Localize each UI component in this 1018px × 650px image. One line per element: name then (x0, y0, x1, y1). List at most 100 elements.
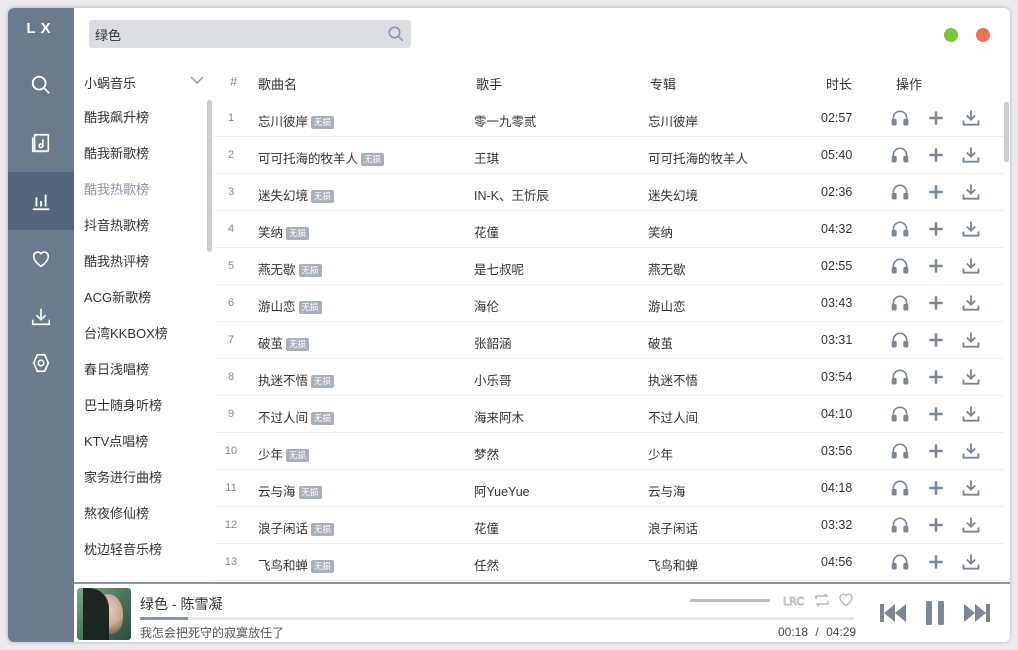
song-artist[interactable]: 海伦 (474, 296, 499, 315)
add-icon[interactable] (926, 293, 946, 313)
song-album[interactable]: 忘川彼岸 (648, 111, 698, 130)
headphones-icon[interactable] (890, 330, 910, 350)
previous-icon[interactable] (878, 602, 908, 624)
headphones-icon[interactable] (890, 478, 910, 498)
download-icon[interactable] (961, 145, 981, 165)
search-input[interactable] (89, 20, 369, 48)
nav-settings[interactable] (8, 334, 74, 392)
song-album[interactable]: 飞鸟和蝉 (648, 555, 698, 574)
add-icon[interactable] (926, 145, 946, 165)
download-icon[interactable] (961, 515, 981, 535)
song-artist[interactable]: 梦然 (474, 444, 499, 463)
progress-bar[interactable] (140, 617, 854, 620)
nav-favorites[interactable] (8, 230, 74, 288)
table-row[interactable]: 8 执迷不悟 无损 小乐哥 执迷不悟 03:54 (214, 359, 1004, 396)
download-icon[interactable] (961, 219, 981, 239)
nav-song-list[interactable] (8, 114, 74, 172)
download-icon[interactable] (961, 404, 981, 424)
headphones-icon[interactable] (890, 256, 910, 276)
download-icon[interactable] (961, 293, 981, 313)
add-icon[interactable] (926, 515, 946, 535)
song-artist[interactable]: IN-K、王忻辰 (474, 185, 549, 204)
headphones-icon[interactable] (890, 293, 910, 313)
table-row[interactable]: 13 飞鸟和蝉 无损 任然 飞鸟和蝉 04:56 (214, 544, 1004, 581)
lyrics-toggle-icon[interactable]: LRC (782, 592, 804, 608)
headphones-icon[interactable] (890, 441, 910, 461)
next-icon[interactable] (962, 602, 992, 624)
album-cover[interactable] (77, 588, 131, 640)
leaderboard-item[interactable]: 枕边轻音乐榜 (74, 532, 214, 568)
leaderboard-item[interactable]: 家务进行曲榜 (74, 460, 214, 496)
nav-search[interactable] (8, 56, 74, 114)
table-row[interactable]: 10 少年 无损 梦然 少年 03:56 (214, 433, 1004, 470)
add-icon[interactable] (926, 330, 946, 350)
song-album[interactable]: 可可托海的牧羊人 (648, 148, 748, 167)
leaderboard-scrollbar[interactable] (207, 100, 212, 252)
table-row[interactable]: 2 可可托海的牧羊人 无损 王琪 可可托海的牧羊人 05:40 (214, 137, 1004, 174)
leaderboard-item[interactable]: 酷我热歌榜 (74, 172, 214, 208)
song-artist[interactable]: 海来阿木 (474, 407, 524, 426)
song-table-scrollbar[interactable] (1004, 102, 1009, 162)
song-artist[interactable]: 小乐哥 (474, 370, 512, 389)
song-title[interactable]: 忘川彼岸 (258, 115, 308, 129)
song-album[interactable]: 游山恋 (648, 296, 686, 315)
song-album[interactable]: 执迷不悟 (648, 370, 698, 389)
table-row[interactable]: 1 忘川彼岸 无损 零一九零贰 忘川彼岸 02:57 (214, 100, 1004, 137)
song-album[interactable]: 云与海 (648, 481, 686, 500)
leaderboard-item[interactable]: 春日浅唱榜 (74, 352, 214, 388)
song-album[interactable]: 不过人间 (648, 407, 698, 426)
add-icon[interactable] (926, 182, 946, 202)
leaderboard-item[interactable]: 台湾KKBOX榜 (74, 316, 214, 352)
leaderboard-item[interactable]: 酷我热评榜 (74, 244, 214, 280)
nav-leaderboard[interactable] (8, 172, 74, 230)
song-artist[interactable]: 花僮 (474, 518, 499, 537)
source-select[interactable]: 小蜗音乐 (74, 66, 214, 96)
song-title[interactable]: 飞鸟和蝉 (258, 559, 308, 573)
add-icon[interactable] (926, 108, 946, 128)
song-album[interactable]: 破茧 (648, 333, 673, 352)
table-row[interactable]: 4 笑纳 无损 花僮 笑纳 04:32 (214, 211, 1004, 248)
song-title[interactable]: 迷失幻境 (258, 189, 308, 203)
table-row[interactable]: 5 燕无歇 无损 是七叔呢 燕无歇 02:55 (214, 248, 1004, 285)
leaderboard-item[interactable]: 抖音热歌榜 (74, 208, 214, 244)
song-title[interactable]: 浪子闲话 (258, 522, 308, 536)
heart-icon[interactable] (838, 592, 854, 607)
song-title[interactable]: 不过人间 (258, 411, 308, 425)
repeat-icon[interactable] (814, 593, 830, 607)
leaderboard-item[interactable]: 熬夜修仙榜 (74, 496, 214, 532)
search-icon[interactable] (387, 25, 405, 43)
song-album[interactable]: 迷失幻境 (648, 185, 698, 204)
headphones-icon[interactable] (890, 404, 910, 424)
song-title[interactable]: 笑纳 (258, 226, 283, 240)
headphones-icon[interactable] (890, 219, 910, 239)
song-title[interactable]: 云与海 (258, 485, 296, 499)
headphones-icon[interactable] (890, 367, 910, 387)
headphones-icon[interactable] (890, 182, 910, 202)
table-row[interactable]: 6 游山恋 无损 海伦 游山恋 03:43 (214, 285, 1004, 322)
pause-icon[interactable] (923, 599, 947, 627)
song-title[interactable]: 少年 (258, 448, 283, 462)
song-album[interactable]: 燕无歇 (648, 259, 686, 278)
song-album[interactable]: 浪子闲话 (648, 518, 698, 537)
download-icon[interactable] (961, 367, 981, 387)
download-icon[interactable] (961, 108, 981, 128)
song-album[interactable]: 笑纳 (648, 222, 673, 241)
volume-slider[interactable] (690, 599, 770, 602)
download-icon[interactable] (961, 256, 981, 276)
add-icon[interactable] (926, 219, 946, 239)
add-icon[interactable] (926, 441, 946, 461)
close-button[interactable] (976, 28, 990, 42)
leaderboard-item[interactable]: KTV点唱榜 (74, 424, 214, 460)
song-artist[interactable]: 张韶涵 (474, 333, 512, 352)
table-row[interactable]: 9 不过人间 无损 海来阿木 不过人间 04:10 (214, 396, 1004, 433)
download-icon[interactable] (961, 478, 981, 498)
headphones-icon[interactable] (890, 552, 910, 572)
download-icon[interactable] (961, 441, 981, 461)
download-icon[interactable] (961, 552, 981, 572)
song-artist[interactable]: 花僮 (474, 222, 499, 241)
song-title[interactable]: 游山恋 (258, 300, 296, 314)
add-icon[interactable] (926, 404, 946, 424)
leaderboard-item[interactable]: 酷我新歌榜 (74, 136, 214, 172)
song-title[interactable]: 执迷不悟 (258, 374, 308, 388)
song-album[interactable]: 少年 (648, 444, 673, 463)
